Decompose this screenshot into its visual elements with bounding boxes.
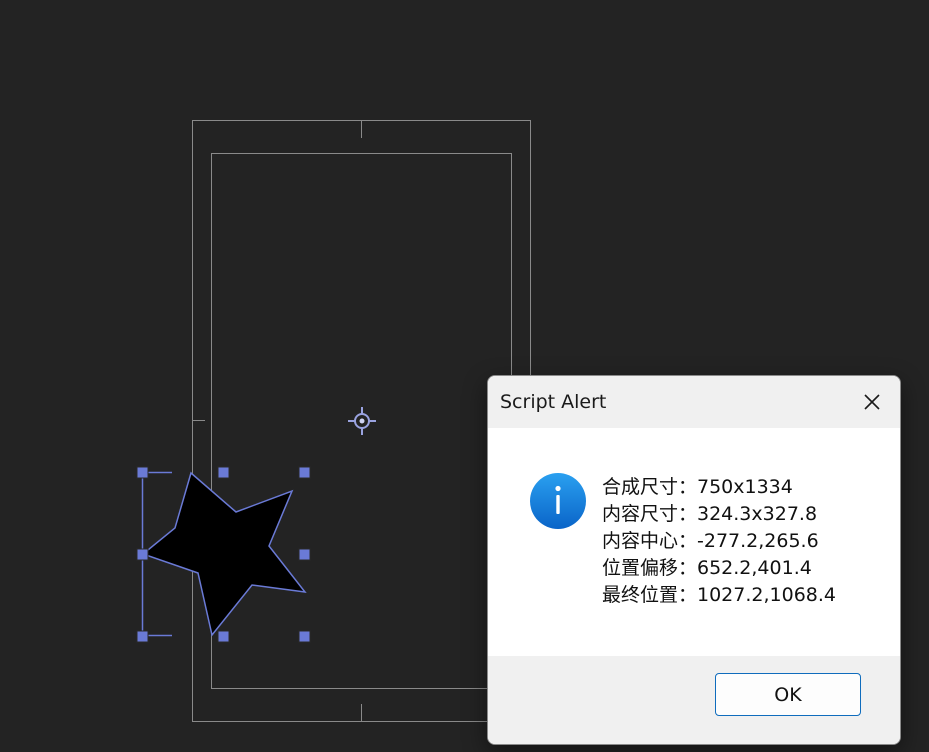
- dialog-title: Script Alert: [500, 391, 607, 413]
- script-alert-dialog: Script Alert 合成尺寸：750x1334 内容尺寸：324.3x32…: [487, 375, 901, 745]
- handle-bottom-right[interactable]: [298, 630, 311, 643]
- message-line-content-center: 内容中心：-277.2,265.6: [602, 530, 819, 552]
- handle-middle-right[interactable]: [298, 548, 311, 561]
- dialog-footer: OK: [488, 656, 900, 744]
- handle-top-right[interactable]: [298, 466, 311, 479]
- handle-bottom-center[interactable]: [217, 630, 230, 643]
- info-icon: [530, 473, 586, 529]
- anchor-point-icon[interactable]: [348, 407, 376, 435]
- handle-bottom-left[interactable]: [136, 630, 149, 643]
- handle-top-left[interactable]: [136, 466, 149, 479]
- ok-button[interactable]: OK: [715, 673, 861, 716]
- handle-top-center[interactable]: [217, 466, 230, 479]
- handle-middle-left[interactable]: [136, 548, 149, 561]
- message-line-composition-size: 合成尺寸：750x1334: [602, 476, 793, 498]
- message-line-position-offset: 位置偏移：652.2,401.4: [602, 557, 812, 579]
- message-line-content-size: 内容尺寸：324.3x327.8: [602, 503, 818, 525]
- close-icon: [864, 394, 880, 410]
- message-line-final-position: 最终位置：1027.2,1068.4: [602, 584, 837, 606]
- star-shape-layer[interactable]: [141, 471, 307, 637]
- star-shape[interactable]: [141, 471, 307, 637]
- dialog-titlebar[interactable]: Script Alert: [488, 376, 900, 428]
- close-button[interactable]: [844, 376, 900, 428]
- alert-message: 合成尺寸：750x1334 内容尺寸：324.3x327.8 内容中心：-277…: [602, 474, 836, 609]
- dialog-body: 合成尺寸：750x1334 内容尺寸：324.3x327.8 内容中心：-277…: [488, 428, 900, 656]
